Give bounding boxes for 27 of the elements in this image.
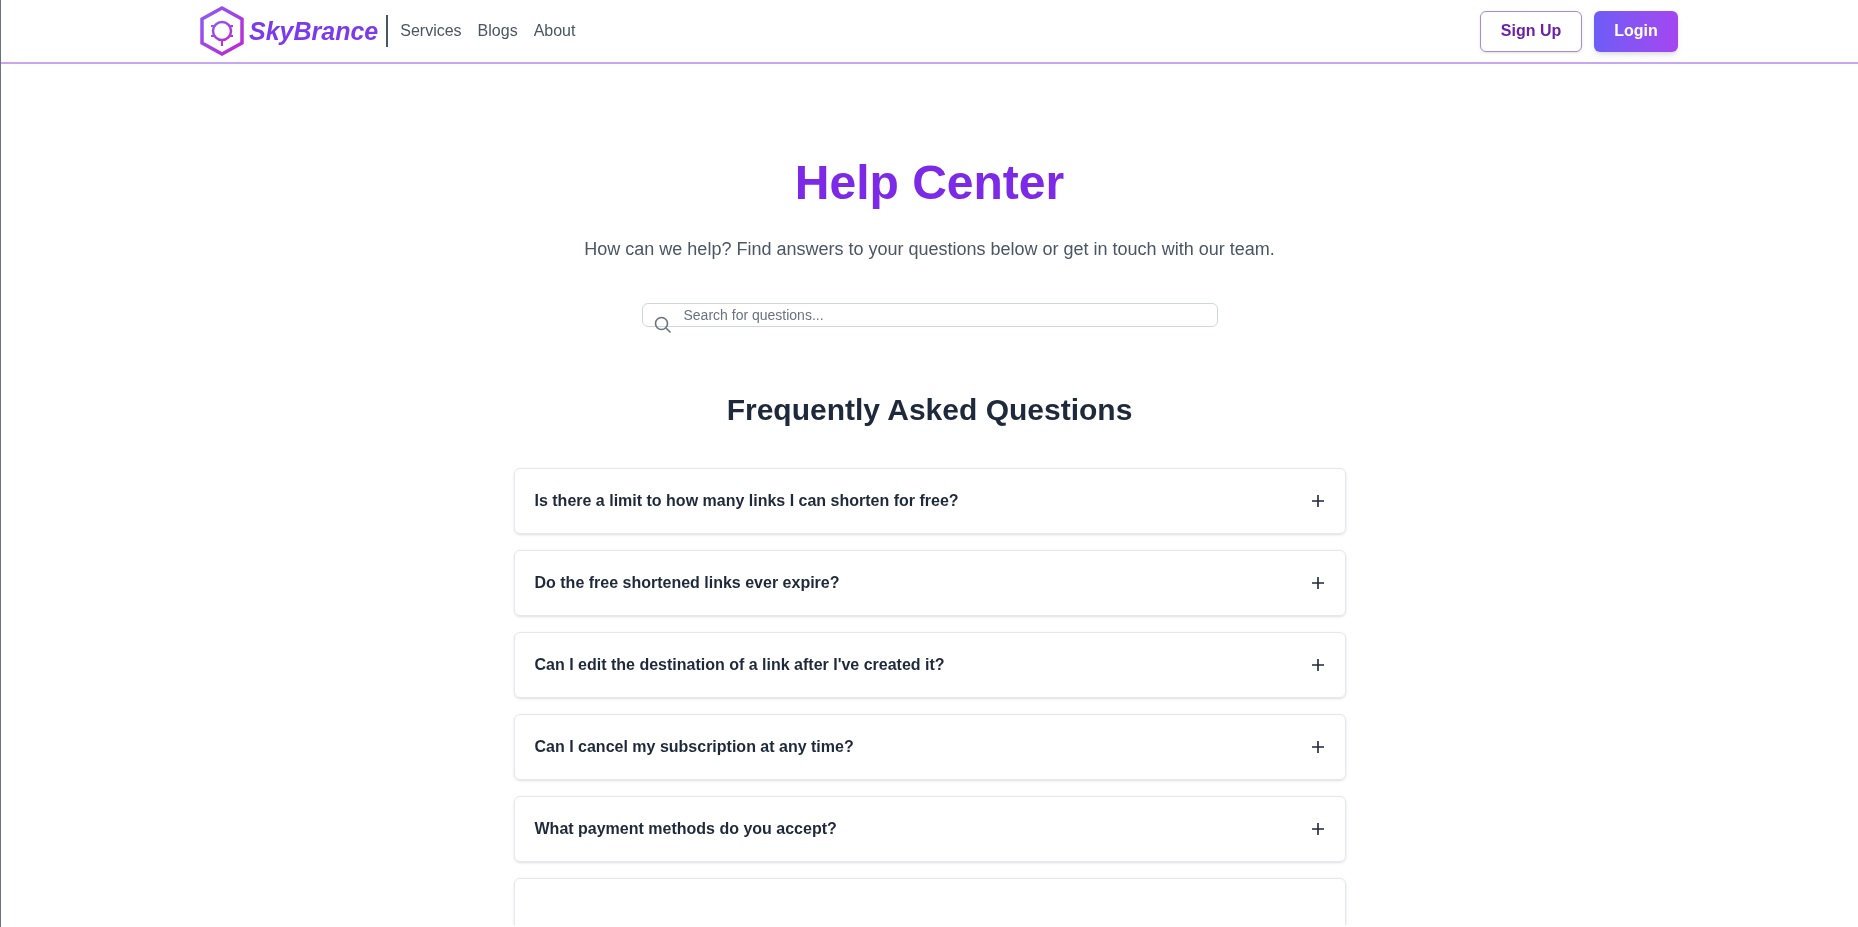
faq-item[interactable]: Is there a limit to how many links I can shorten for free? xyxy=(513,468,1346,534)
subtitle: How can we help? Find answers to your questions below or get in touch with our team. xyxy=(584,238,1275,261)
page-title: Help Center xyxy=(794,155,1065,211)
logo-text[interactable]: SkyBrance xyxy=(249,15,389,47)
faq-item[interactable]: Do the free shortened links ever expire? xyxy=(513,550,1346,616)
faq-item[interactable]: Can I edit the destination of a link after I've created it? xyxy=(513,632,1346,698)
nav-link[interactable]: Blogs xyxy=(477,19,518,43)
plus-icon xyxy=(1310,494,1325,508)
nav-link[interactable]: Services xyxy=(400,19,462,43)
faq-question: Can I edit the destination of a link after I've created it? xyxy=(534,655,945,675)
faq-question: Can I cancel my subscription at any time? xyxy=(534,737,854,757)
faq-question: What payment methods do you accept? xyxy=(534,819,837,839)
login-button[interactable]: Login xyxy=(1594,10,1678,52)
plus-icon xyxy=(1310,740,1325,754)
plus-icon xyxy=(1310,822,1325,836)
sign-up-button[interactable]: Sign Up xyxy=(1480,10,1582,52)
nav-link[interactable]: About xyxy=(533,19,576,43)
faq-question: Do the free shortened links ever expire? xyxy=(534,573,840,593)
logo-icon xyxy=(199,6,245,56)
faq-heading: Frequently Asked Questions xyxy=(726,392,1133,428)
faq-question: Is there a limit to how many links I can shorten for free? xyxy=(534,491,959,511)
faq-item[interactable]: What payment methods do you accept? xyxy=(513,796,1346,862)
search-icon xyxy=(653,316,672,334)
faq-item[interactable]: Can I cancel my subscription at any time? xyxy=(513,714,1346,780)
plus-icon xyxy=(1310,658,1325,672)
plus-icon xyxy=(1310,576,1325,590)
search-field[interactable]: Search for questions... xyxy=(641,303,1218,327)
